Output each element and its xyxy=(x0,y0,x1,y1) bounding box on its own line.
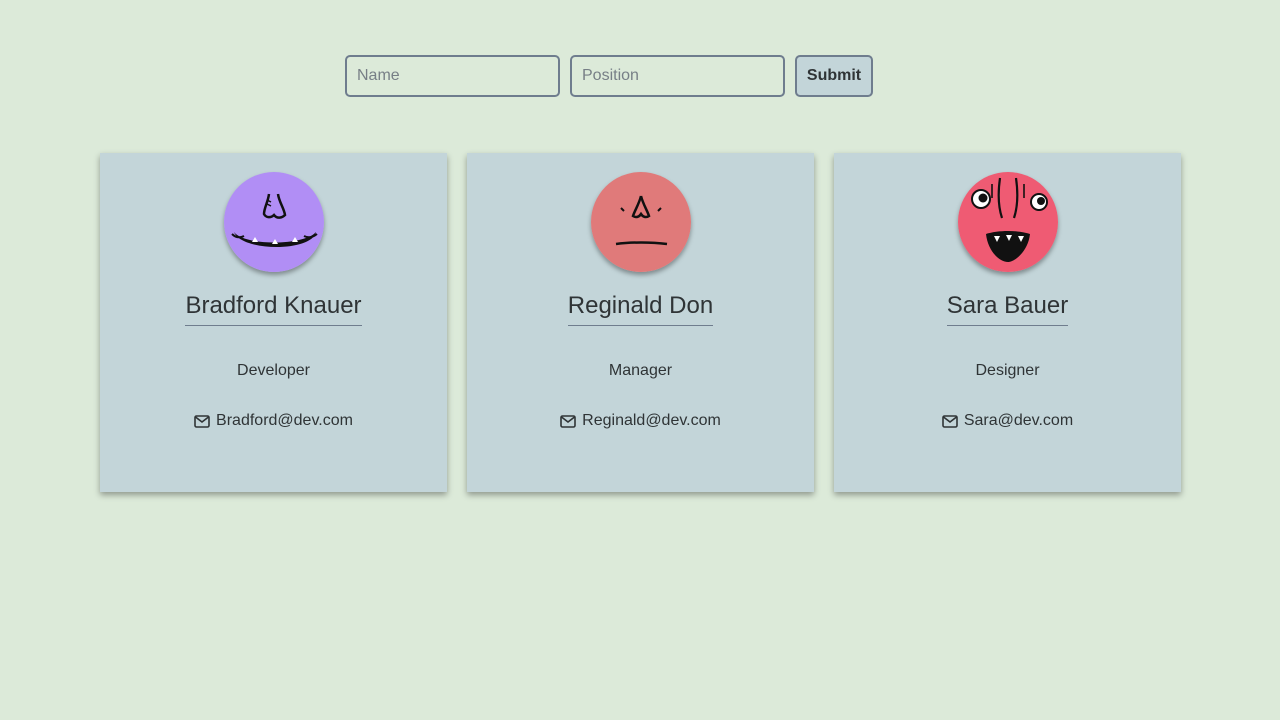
email-text: Reginald@dev.com xyxy=(582,412,721,429)
add-person-form: Submit xyxy=(345,55,873,97)
card-list: Bradford Knauer Developer Bradford@dev.c… xyxy=(100,153,1181,492)
person-position: Developer xyxy=(237,362,310,379)
avatar xyxy=(957,172,1058,272)
submit-button[interactable]: Submit xyxy=(795,55,873,97)
avatar xyxy=(590,172,691,272)
envelope-icon xyxy=(560,414,576,428)
person-name: Bradford Knauer xyxy=(185,292,362,326)
person-card: Bradford Knauer Developer Bradford@dev.c… xyxy=(100,153,447,492)
person-card: Sara Bauer Designer Sara@dev.com xyxy=(834,153,1181,492)
person-email: Sara@dev.com xyxy=(942,412,1073,430)
person-position: Designer xyxy=(975,362,1040,379)
email-text: Bradford@dev.com xyxy=(216,412,353,429)
name-input[interactable] xyxy=(345,55,560,97)
position-input[interactable] xyxy=(570,55,785,97)
monster-neutral-icon xyxy=(590,172,691,272)
person-email: Bradford@dev.com xyxy=(194,412,353,430)
person-name: Sara Bauer xyxy=(946,292,1069,326)
person-position: Manager xyxy=(608,362,673,379)
monster-grin-icon xyxy=(223,172,324,272)
email-text: Sara@dev.com xyxy=(963,412,1074,429)
person-name: Reginald Don xyxy=(567,292,714,326)
person-email: Reginald@dev.com xyxy=(560,412,721,430)
person-card: Reginald Don Manager Reginald@dev.com xyxy=(467,153,814,492)
envelope-icon xyxy=(194,414,210,428)
avatar xyxy=(223,172,324,272)
envelope-icon xyxy=(942,414,958,428)
monster-shout-icon xyxy=(957,172,1058,272)
